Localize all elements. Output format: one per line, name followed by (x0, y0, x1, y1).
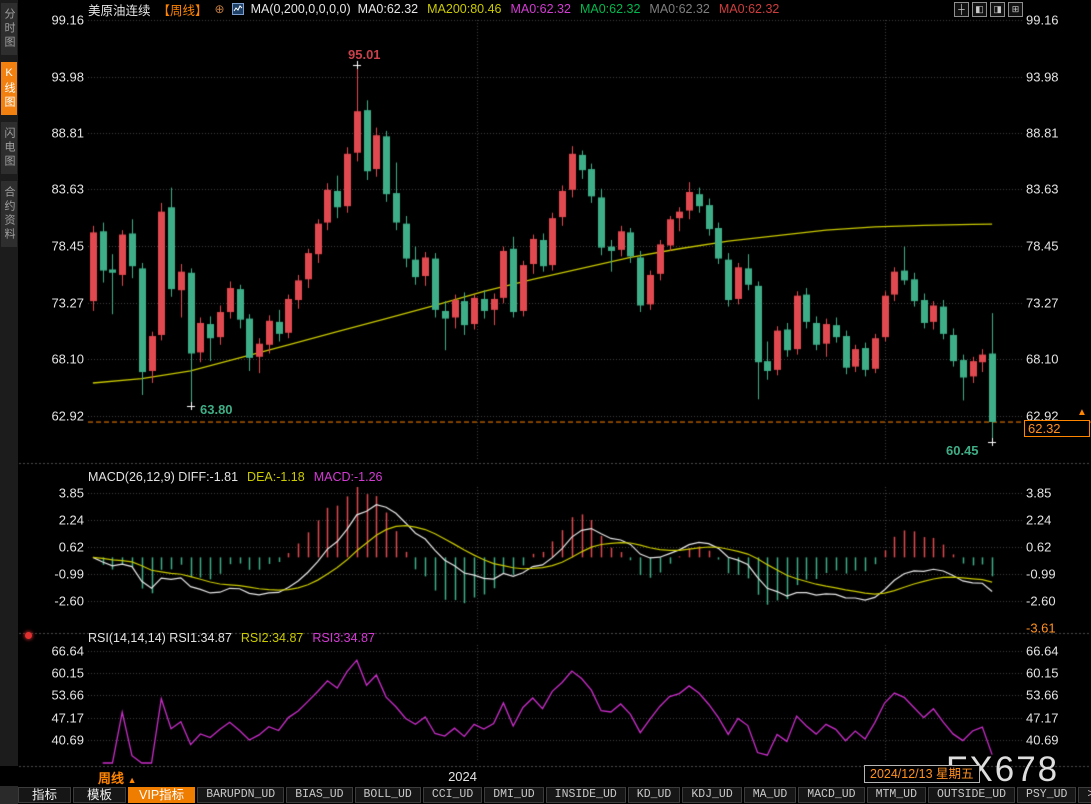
y-axis-label: 93.98 (1026, 69, 1059, 85)
y-axis-label: 3.85 (1026, 485, 1052, 501)
y-axis-label: 2.24 (1026, 512, 1052, 528)
y-axis-label: -0.99 (54, 566, 84, 582)
y-axis-label: 88.81 (1026, 125, 1059, 141)
chart-header: 美原油连续 【周线】 ⊕ MA(0,200,0,0,0,0) MA0:62.32… (88, 0, 780, 19)
y-axis-label: 68.10 (1026, 351, 1059, 367)
tab-BOLL_UD[interactable]: BOLL_UD (354, 787, 421, 803)
y-axis-label: 3.85 (58, 485, 84, 501)
ma-value: MA0:62.32 (357, 2, 419, 16)
sidebar-item-闪电图[interactable]: 闪电图 (1, 122, 17, 174)
sidebar-item-K线图[interactable]: K线图 (1, 62, 17, 115)
y-axis-label: 78.45 (51, 238, 84, 254)
last-low-annotation: 60.45 (946, 443, 979, 458)
tab-模板[interactable]: 模板 (73, 787, 127, 803)
tab-KDJ_UD[interactable]: KDJ_UD (682, 787, 742, 803)
shift-right-icon[interactable]: ◨ (990, 2, 1005, 17)
alert-dot-icon (25, 632, 32, 639)
period-arrow-icon: ▲ (127, 775, 137, 785)
y-axis-label: 83.63 (1026, 181, 1059, 197)
rsi2-value: RSI2:34.87 (240, 631, 304, 645)
y-axis-label: 53.66 (1026, 687, 1059, 703)
ma-formula: MA(0,200,0,0,0,0) (250, 2, 351, 16)
ma-value: MA0:62.32 (579, 2, 641, 16)
tab-DMI_UD[interactable]: DMI_UD (484, 787, 544, 803)
y-axis-label: 60.15 (1026, 665, 1059, 681)
x-axis-date-label: 2024/12/13 星期五 (864, 765, 980, 783)
tab-MACD_UD[interactable]: MACD_UD (798, 787, 865, 803)
sidebar-item-分时图[interactable]: 分时图 (1, 3, 17, 55)
macd-header: MACD(26,12,9) DIFF:-1.81 DEA:-1.18 MACD:… (88, 470, 383, 484)
y-axis-label: 78.45 (1026, 238, 1059, 254)
sidebar-item-合约资料[interactable]: 合约资料 (1, 181, 17, 247)
period-selector[interactable]: 周线 ▲ (98, 768, 137, 787)
y-axis-label: -2.60 (1026, 593, 1056, 609)
tab-MTM_UD[interactable]: MTM_UD (866, 787, 926, 803)
tab->>[interactable]: >> (1078, 787, 1091, 803)
trading-app-window: 分时图 K线图闪电图合约资料 美原油连续 【周线】 ⊕ MA(0,200,0,0,… (0, 0, 1091, 804)
tab-BIAS_UD[interactable]: BIAS_UD (286, 787, 353, 803)
y-axis-label: 66.64 (51, 643, 84, 659)
move-crosshair-icon[interactable]: ┼ (954, 2, 969, 17)
y-axis-label: 99.16 (1026, 12, 1059, 28)
y-axis-label: 73.27 (51, 295, 84, 311)
macd-macd-value: MACD:-1.26 (313, 470, 383, 484)
period-tag[interactable]: 【周线】 (158, 0, 208, 19)
expand-range-icon[interactable]: ⊞ (1008, 2, 1023, 17)
add-indicator-icon[interactable]: ⊕ (215, 2, 225, 16)
y-axis-label: -0.99 (1026, 566, 1056, 582)
y-axis-label: 83.63 (51, 181, 84, 197)
y-axis-label: 62.92 (51, 408, 84, 423)
tab-指标[interactable]: 指标 (18, 787, 72, 803)
ma-value: MA200:80.46 (427, 2, 502, 16)
y-axis-label: 47.17 (1026, 710, 1059, 726)
tab-bar-corner (0, 786, 18, 804)
shift-left-icon[interactable]: ◧ (972, 2, 987, 17)
tab-KD_UD[interactable]: KD_UD (627, 787, 681, 803)
y-axis-label: -2.60 (54, 593, 84, 609)
scroll-latest-icon[interactable]: ▲ (1077, 407, 1087, 418)
ma-values: MA0:62.32 MA200:80.46 MA0:62.32 MA0:62.32 MA… (358, 2, 780, 16)
x-axis-year-label: 2024 (448, 769, 477, 784)
ma-value: MA0:62.32 (510, 2, 571, 16)
sidebar: 分时图 K线图闪电图合约资料 (0, 0, 18, 766)
tab-BARUPDN_UD[interactable]: BARUPDN_UD (197, 787, 285, 803)
high-price-annotation: 95.01 (348, 47, 381, 62)
header-toolbar: ┼ ◧ ◨ ⊞ (954, 2, 1023, 17)
chart-canvas[interactable] (0, 0, 1091, 804)
y-axis-label: 73.27 (1026, 295, 1059, 311)
macd-params-diff: MACD(26,12,9) DIFF:-1.81 (88, 470, 239, 484)
tab-MA_UD[interactable]: MA_UD (743, 787, 797, 803)
tab-INSIDE_UD[interactable]: INSIDE_UD (545, 787, 626, 803)
y-axis-label: 60.15 (51, 665, 84, 681)
y-axis-label: 53.66 (51, 687, 84, 703)
y-axis-label: 0.62 (58, 539, 84, 555)
chart-type-icon[interactable] (231, 2, 244, 16)
y-axis-label: 40.69 (1026, 732, 1059, 748)
symbol-title: 美原油连续 (88, 3, 151, 18)
rsi-params-rsi1: RSI(14,14,14) RSI1:34.87 (88, 631, 232, 645)
y-axis-label: 2.24 (58, 512, 84, 528)
y-axis-label: 99.16 (51, 12, 84, 28)
ma-value: MA0:62.32 (718, 2, 780, 16)
y-axis-label: 0.62 (1026, 539, 1052, 555)
y-axis-label: 40.69 (51, 732, 84, 748)
y-axis-label: 68.10 (51, 351, 84, 367)
macd-dea-value: DEA:-1.18 (247, 470, 305, 484)
y-axis-label: 93.98 (51, 69, 84, 85)
tab-CCI_UD[interactable]: CCI_UD (422, 787, 483, 803)
y-axis-label: -3.61 (1026, 620, 1056, 636)
mid-low-annotation: 63.80 (200, 402, 233, 417)
period-label: 周线 (98, 771, 125, 786)
indicator-tab-bar: 指标 模板 VIP指标 BARUPDN_UD BIAS_UD BOLL_UD CCI_UD D… (18, 786, 1091, 804)
y-axis-label: 88.81 (51, 125, 84, 141)
tab-VIP指标[interactable]: VIP指标 (128, 787, 196, 803)
ma-value: MA0:62.32 (649, 2, 710, 16)
last-price-box: 62.32 (1024, 420, 1090, 437)
rsi-header: RSI(14,14,14) RSI1:34.87 RSI2:34.87 RSI3… (88, 631, 375, 645)
rsi3-value: RSI3:34.87 (312, 631, 375, 645)
y-axis-label: 66.64 (1026, 643, 1059, 659)
y-axis-label: 47.17 (51, 710, 84, 726)
